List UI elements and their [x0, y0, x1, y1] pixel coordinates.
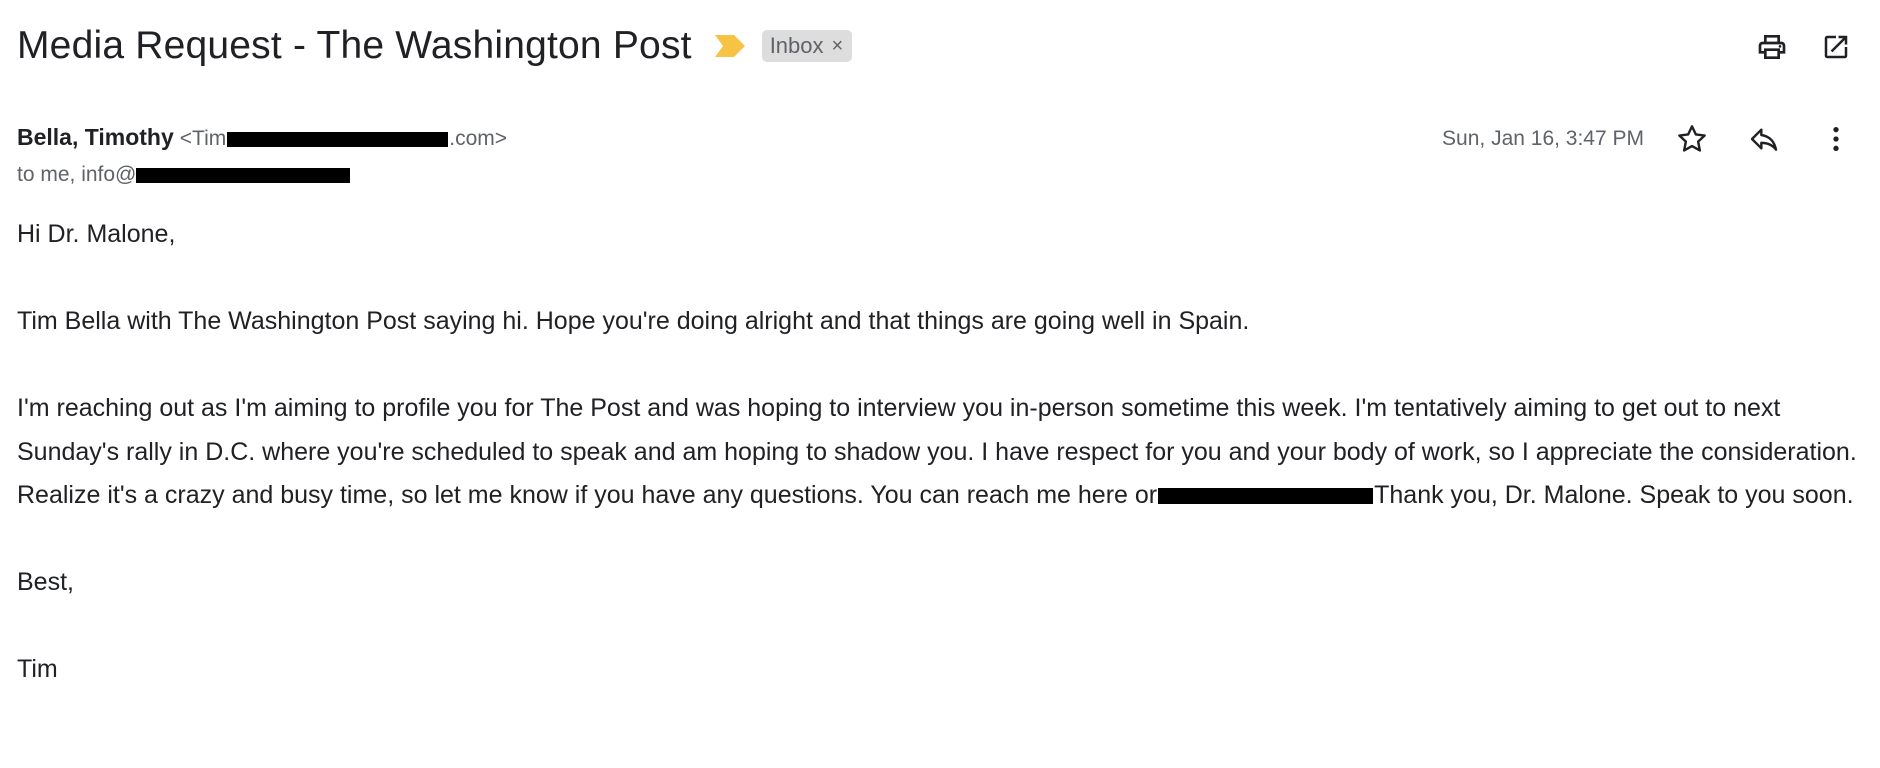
reply-icon [1750, 128, 1778, 151]
sender-email-prefix: <Tim [179, 127, 227, 150]
body-paragraph: Tim Bella with The Washington Post sayin… [17, 307, 1250, 335]
body-text: Thank you, Dr. Malone. Speak to you soon… [1374, 481, 1854, 509]
star-icon [1678, 125, 1706, 152]
inbox-label-chip: Inbox × [761, 30, 853, 62]
sender-email: <Tim .com> [180, 127, 507, 151]
remove-label-button[interactable]: × [832, 35, 844, 58]
message-actions: Sun, Jan 16, 3:47 PM [1442, 121, 1854, 157]
inbox-label-text: Inbox [769, 33, 824, 58]
body-signature: Tim [17, 655, 58, 683]
redaction-bar [136, 167, 351, 183]
redaction-bar [227, 131, 449, 147]
sender-name[interactable]: Bella, Timothy [17, 124, 174, 151]
body-closing: Best, [17, 568, 74, 596]
more-vert-icon [1833, 127, 1839, 151]
print-button[interactable] [1754, 29, 1790, 65]
email-view: Media Request - The Washington Post Inbo… [0, 0, 1880, 768]
sender-row: Bella, Timothy <Tim .com> [17, 124, 507, 151]
recipients-line[interactable]: to me, info@ [17, 163, 351, 187]
reply-button[interactable] [1746, 121, 1782, 157]
body-paragraph: I'm reaching out as I'm aiming to profil… [17, 387, 1867, 518]
open-in-new-window-button[interactable] [1818, 29, 1854, 65]
email-body: Hi Dr. Malone, Tim Bella with The Washin… [17, 213, 1867, 692]
recipients-text: to me, info@ [17, 163, 137, 186]
subject-row: Media Request - The Washington Post Inbo… [17, 18, 853, 74]
print-icon [1758, 35, 1786, 59]
importance-marker-icon[interactable] [714, 35, 745, 57]
body-greeting: Hi Dr. Malone, [17, 220, 176, 248]
sender-email-suffix: .com> [449, 127, 508, 150]
email-date: Sun, Jan 16, 3:47 PM [1442, 127, 1644, 150]
open-in-new-window-icon [1824, 35, 1848, 59]
redaction-bar [1158, 488, 1374, 505]
more-options-button[interactable] [1818, 121, 1854, 157]
star-button[interactable] [1674, 121, 1710, 157]
email-subject: Media Request - The Washington Post [17, 24, 692, 67]
header-actions [1754, 29, 1854, 65]
